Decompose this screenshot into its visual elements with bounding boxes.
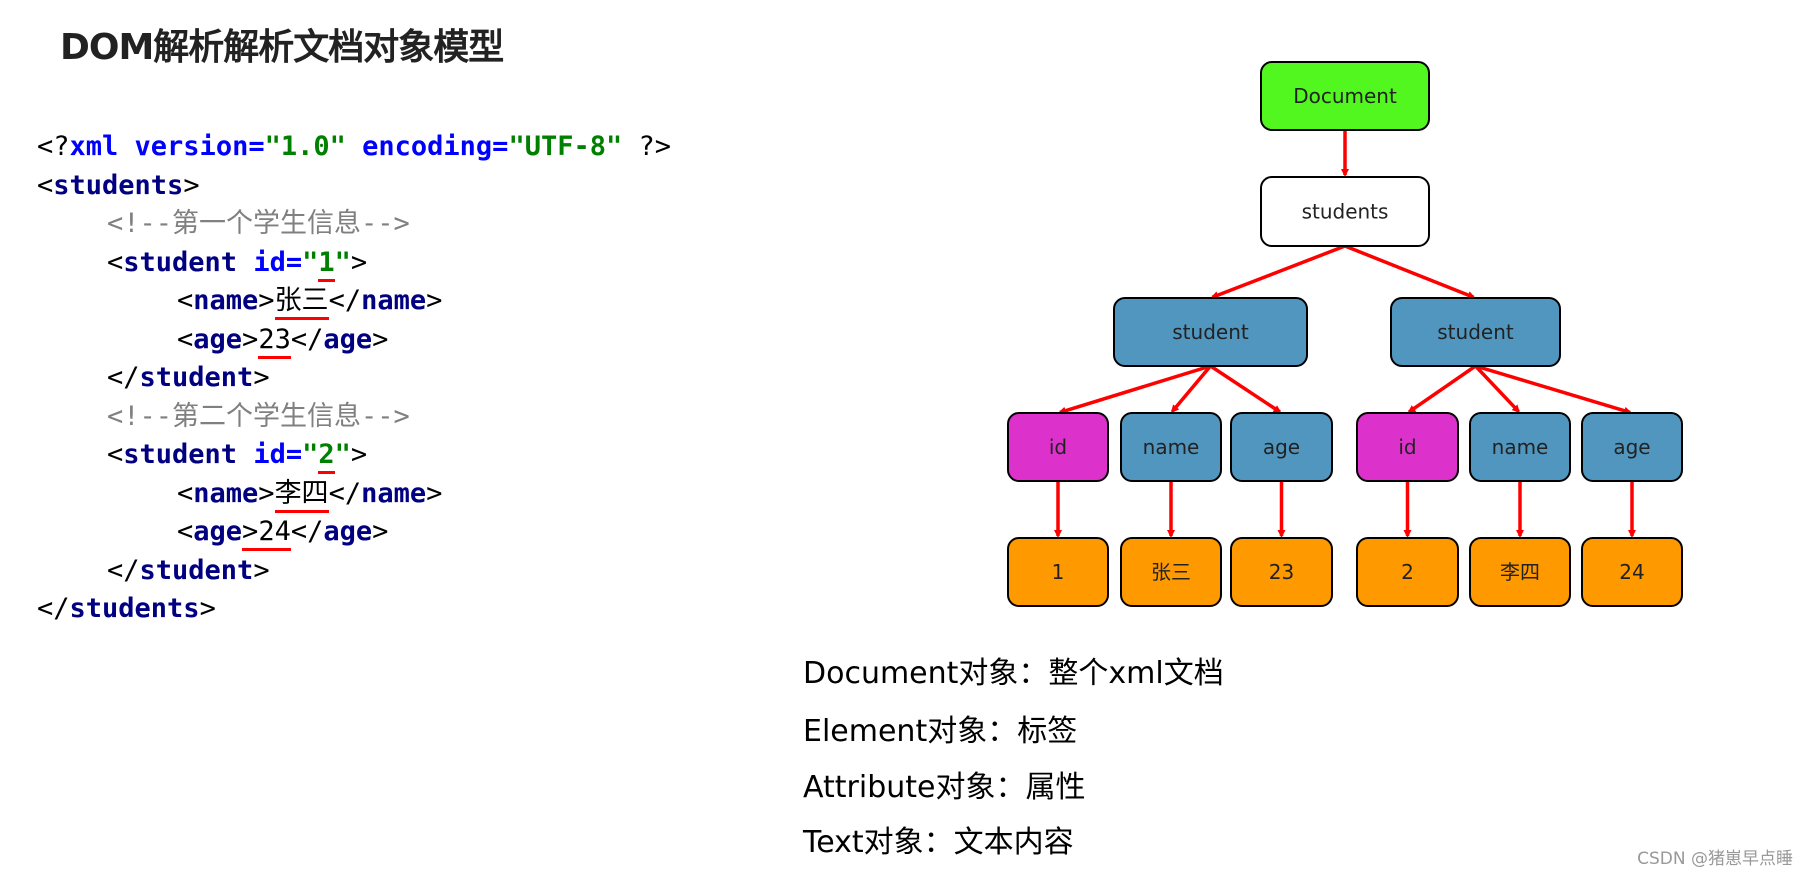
node-label: 23 <box>1269 560 1294 584</box>
watermark: CSDN @猪崽早点睡 <box>1637 849 1793 869</box>
arrow-students-to-student1 <box>1210 244 1346 299</box>
legend-attribute: Attribute对象：属性 <box>803 770 1086 805</box>
arrow-student2-to-id2 <box>1407 364 1477 414</box>
arrow-student1-to-age1 <box>1209 364 1282 414</box>
tree-node-name1: name <box>1120 412 1222 482</box>
tree-node-student1: student <box>1113 297 1308 367</box>
tree-node-students: students <box>1260 176 1430 247</box>
arrow-students-to-student2 <box>1344 244 1476 299</box>
tree-node-v_id2: 2 <box>1356 537 1459 607</box>
tree-node-age1: age <box>1230 412 1333 482</box>
tree-node-age2: age <box>1581 412 1683 482</box>
tree-node-id2: id <box>1356 412 1459 482</box>
tree-node-v_name1: 张三 <box>1120 537 1222 607</box>
node-label: Document <box>1293 84 1397 108</box>
node-label: 张三 <box>1151 560 1191 584</box>
node-label: student <box>1437 320 1514 344</box>
tree-node-name2: name <box>1469 412 1571 482</box>
node-label: 24 <box>1619 560 1644 584</box>
tree-node-id1: id <box>1007 412 1109 482</box>
node-label: age <box>1613 435 1650 459</box>
tree-node-v_age2: 24 <box>1581 537 1683 607</box>
legend-text: Text对象：文本内容 <box>803 825 1074 860</box>
tree-node-v_age1: 23 <box>1230 537 1333 607</box>
node-label: age <box>1263 435 1300 459</box>
node-label: 李四 <box>1500 560 1540 584</box>
node-label: 2 <box>1401 560 1414 584</box>
node-label: 1 <box>1052 560 1065 584</box>
legend-document: Document对象：整个xml文档 <box>803 656 1224 691</box>
arrow-student1-to-id1 <box>1057 364 1212 415</box>
node-label: id <box>1398 435 1416 459</box>
tree-node-v_id1: 1 <box>1007 537 1109 607</box>
tree-node-document: Document <box>1260 61 1430 131</box>
legend-element: Element对象：标签 <box>803 714 1078 749</box>
node-label: students <box>1302 200 1389 224</box>
legend: Document对象：整个xml文档 Element对象：标签 Attribut… <box>803 648 1224 872</box>
node-label: id <box>1049 435 1067 459</box>
node-label: name <box>1143 435 1200 459</box>
tree-node-v_name2: 李四 <box>1469 537 1571 607</box>
node-label: name <box>1492 435 1549 459</box>
tree-node-student2: student <box>1390 297 1561 367</box>
node-label: student <box>1172 320 1249 344</box>
